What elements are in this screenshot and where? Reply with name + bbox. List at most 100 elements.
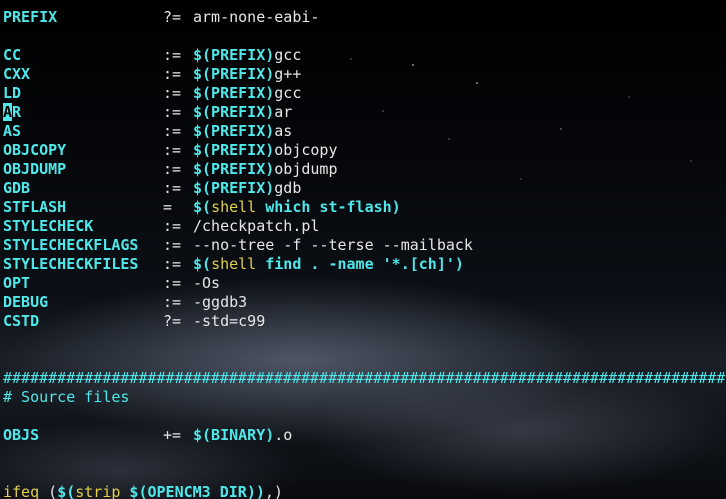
variable-name: CC [3, 46, 22, 64]
assignment-operator: := [163, 122, 182, 140]
assignment-line-stflash[interactable]: STFLASH = $(shell which st-flash) [3, 198, 726, 217]
value-token: $(PREFIX) [193, 141, 275, 159]
value-token: ar [274, 103, 293, 121]
value-token: $(BINARY) [193, 426, 275, 444]
assignment-operator: := [163, 103, 182, 121]
value-token: shell [211, 255, 257, 273]
ifeq-token: ifeq [3, 483, 40, 499]
assignment-line-stylecheck[interactable]: STYLECHECK := /checkpatch.pl [3, 217, 726, 236]
blank-line[interactable] [3, 350, 726, 369]
variable-name: STYLECHECKFILES [3, 255, 139, 273]
ifeq-token: $(OPENCM3_DIR) [120, 483, 256, 499]
value-token: -ggdb3 [193, 293, 248, 311]
variable-name: OBJDUMP [3, 160, 67, 178]
assignment-operator: := [163, 293, 182, 311]
value-token: find . -name '*.[ch]') [256, 255, 464, 273]
source-files-comment[interactable]: # Source files [3, 388, 726, 407]
blank-line[interactable] [3, 27, 726, 46]
ifeq-token: ( [39, 483, 58, 499]
assignment-line-stylecheckflags[interactable]: STYLECHECKFLAGS := --no-tree -f --terse --… [3, 236, 726, 255]
ifeq-token: ,) [264, 483, 283, 499]
value-token: /checkpatch.pl [193, 217, 320, 235]
variable-name: DEBUG [3, 293, 49, 311]
assignment-line-debug[interactable]: DEBUG := -ggdb3 [3, 293, 726, 312]
assignment-line-ar[interactable]: AR := $(PREFIX)ar [3, 103, 726, 122]
ifeq-token: strip [75, 483, 121, 499]
assignment-operator: := [163, 274, 182, 292]
variable-name: STYLECHECKFLAGS [3, 236, 139, 254]
value-token: $(PREFIX) [193, 179, 275, 197]
value-token: which st-flash) [256, 198, 401, 216]
assignment-line-ld[interactable]: LD := $(PREFIX)gcc [3, 84, 726, 103]
variable-name: CXX [3, 65, 31, 83]
assignment-line-opt[interactable]: OPT := -Os [3, 274, 726, 293]
assignment-line-cc[interactable]: CC := $(PREFIX)gcc [3, 46, 726, 65]
assignment-line-gdb[interactable]: GDB := $(PREFIX)gdb [3, 179, 726, 198]
assignment-line-cxx[interactable]: CXX := $(PREFIX)g++ [3, 65, 726, 84]
assignment-operator: := [163, 236, 182, 254]
value-token: objdump [274, 160, 338, 178]
value-token: $(PREFIX) [193, 122, 275, 140]
assignment-line-as[interactable]: AS := $(PREFIX)as [3, 122, 726, 141]
assignment-operator: := [163, 46, 182, 64]
blank-line[interactable] [3, 407, 726, 426]
ifeq-token: ) [255, 483, 265, 499]
line-ifeq[interactable]: ifeq ($(strip $(OPENCM3_DIR)),) [3, 483, 726, 499]
variable-name: OPT [3, 274, 31, 292]
value-token: gdb [274, 179, 302, 197]
value-token: $(PREFIX) [193, 103, 275, 121]
assignment-operator: := [163, 65, 182, 83]
value-token: as [274, 122, 293, 140]
line-prefix[interactable]: PREFIX ?= arm-none-eabi- [3, 8, 726, 27]
assignment-operator: ?= [163, 8, 182, 26]
variable-name: AS [3, 122, 22, 140]
variable-name: STFLASH [3, 198, 67, 216]
variable-name: AR [3, 103, 22, 121]
text-cursor: A [3, 103, 13, 121]
value-token: gcc [274, 46, 302, 64]
assignment-line-stylecheckfiles[interactable]: STYLECHECKFILES := $(shell find . -name '*… [3, 255, 726, 274]
line-objs[interactable]: OBJS += $(BINARY).o [3, 426, 726, 445]
value-token: -std=c99 [193, 312, 266, 330]
assignment-operator: := [163, 217, 182, 235]
blank-line[interactable] [3, 331, 726, 350]
value-token: shell [211, 198, 257, 216]
assignment-operator: := [163, 160, 182, 178]
value-token: arm-none-eabi- [193, 8, 320, 26]
assignment-operator: := [163, 84, 182, 102]
value-token: $( [193, 255, 212, 273]
variable-name: OBJCOPY [3, 141, 67, 159]
assignment-operator: := [163, 255, 182, 273]
variable-name: PREFIX [3, 8, 58, 26]
variable-name: CSTD [3, 312, 40, 330]
variable-name: GDB [3, 179, 31, 197]
value-token: .o [274, 426, 293, 444]
value-token: $( [193, 198, 212, 216]
separator-line[interactable]: ########################################… [3, 369, 726, 388]
value-token: objcopy [274, 141, 338, 159]
assignment-operator: = [163, 198, 173, 216]
ifeq-token: $( [57, 483, 76, 499]
assignment-operator: += [163, 426, 182, 444]
assignment-operator: := [163, 141, 182, 159]
value-token: -Os [193, 274, 221, 292]
assignment-line-cstd[interactable]: CSTD ?= -std=c99 [3, 312, 726, 331]
value-token: $(PREFIX) [193, 84, 275, 102]
assignment-line-objcopy[interactable]: OBJCOPY := $(PREFIX)objcopy [3, 141, 726, 160]
assignment-line-objdump[interactable]: OBJDUMP := $(PREFIX)objdump [3, 160, 726, 179]
blank-line[interactable] [3, 464, 726, 483]
assignment-operator: ?= [163, 312, 182, 330]
variable-name: OBJS [3, 426, 40, 444]
variable-name: STYLECHECK [3, 217, 94, 235]
variable-name: LD [3, 84, 22, 102]
value-token: $(PREFIX) [193, 65, 275, 83]
value-token: g++ [274, 65, 302, 83]
value-token: gcc [274, 84, 302, 102]
makefile-editor[interactable]: PREFIX ?= arm-none-eabi- CC:= $(PREFIX)gcc C… [3, 8, 726, 499]
value-token: $(PREFIX) [193, 46, 275, 64]
value-token: --no-tree -f --terse --mailback [193, 236, 473, 254]
value-token: $(PREFIX) [193, 160, 275, 178]
assignment-operator: := [163, 179, 182, 197]
blank-line[interactable] [3, 445, 726, 464]
tool-assignments: CC:= $(PREFIX)gcc CXX:= $(PREFIX)g++ LD:= $(P… [3, 46, 726, 331]
